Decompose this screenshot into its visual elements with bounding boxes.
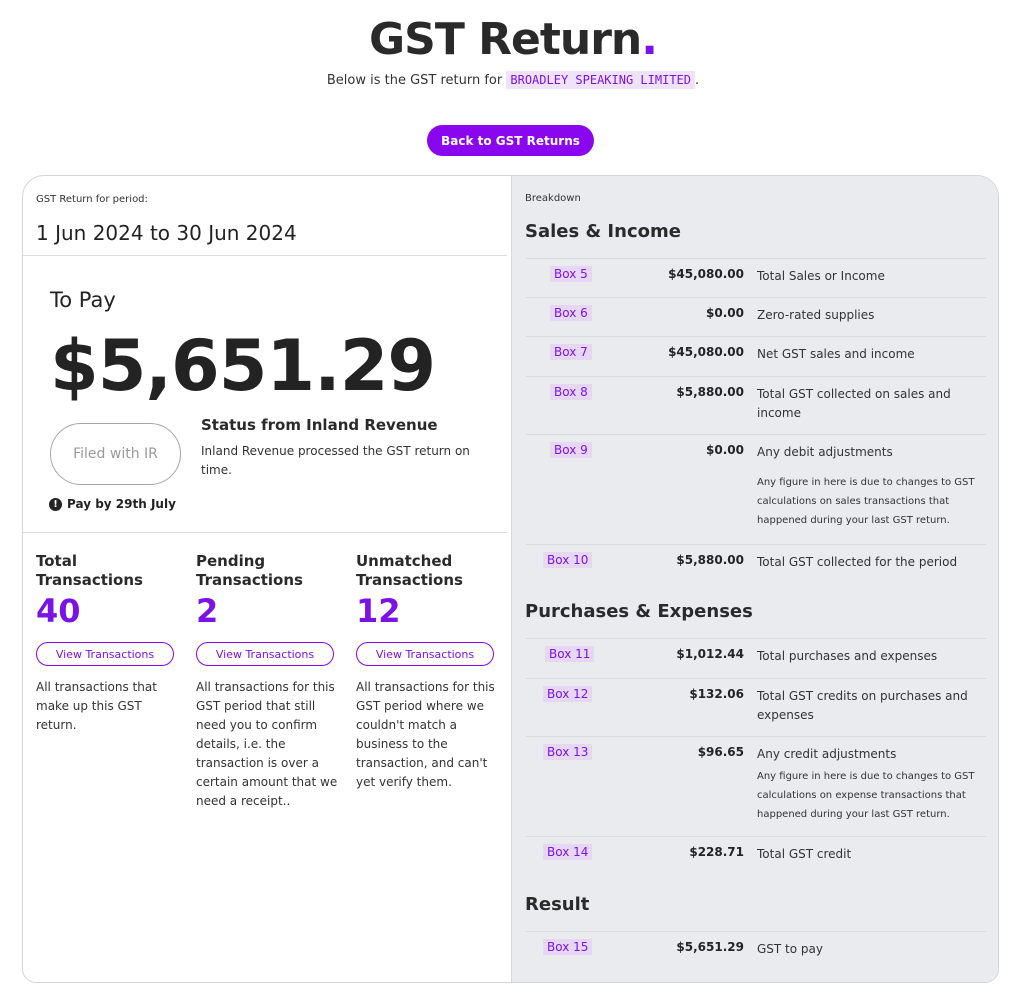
pay-by-text: Pay by 29th July	[67, 497, 176, 511]
box-amount: $5,880.00	[676, 553, 744, 567]
box-description: Total GST credits on purchases and expen…	[757, 689, 968, 722]
box-description: Net GST sales and income	[757, 347, 915, 361]
page-subtitle: Below is the GST return for BROADLEY SPE…	[0, 71, 1026, 89]
table-row: Box 13 $96.65 Any credit adjustments Any…	[526, 736, 986, 836]
box-amount: $1,012.44	[676, 647, 744, 661]
view-transactions-button[interactable]: View Transactions	[36, 642, 174, 666]
table-row: Box 8 $5,880.00 Total GST collected on s…	[526, 376, 986, 434]
divider	[23, 532, 507, 533]
section-title-sales: Sales & Income	[525, 221, 681, 242]
box-note: Any figure in here is due to changes to …	[757, 771, 975, 820]
stat-count: 2	[196, 592, 219, 630]
section-title-result: Result	[525, 894, 590, 915]
box-description: Zero-rated supplies	[757, 308, 875, 322]
stat-count: 12	[356, 592, 401, 630]
box-amount: $228.71	[689, 845, 744, 859]
table-row: Box 5 $45,080.00 Total Sales or Income	[526, 258, 986, 297]
table-row: Box 12 $132.06 Total GST credits on purc…	[526, 678, 986, 736]
box-label: Box 15	[543, 939, 593, 955]
box-amount: $0.00	[706, 443, 744, 457]
box-label: Box 13	[543, 744, 593, 760]
stat-count: 40	[36, 592, 81, 630]
gst-return-card: GST Return for period: 1 Jun 2024 to 30 …	[22, 175, 999, 983]
box-description: Total GST collected on sales and income	[757, 387, 951, 420]
box-label: Box 12	[543, 686, 593, 702]
stat-description: All transactions that make up this GST r…	[36, 680, 157, 732]
table-row: Box 11 $1,012.44 Total purchases and exp…	[526, 638, 986, 678]
box-amount: $45,080.00	[668, 345, 744, 359]
box-description: Total Sales or Income	[757, 269, 885, 283]
company-name: BROADLEY SPEAKING LIMITED	[506, 71, 695, 89]
filed-with-ir-button[interactable]: Filed with IR	[50, 423, 181, 485]
box-note: Any figure in here is due to changes to …	[757, 477, 975, 526]
summary-panel: GST Return for period: 1 Jun 2024 to 30 …	[23, 176, 511, 982]
period-value: 1 Jun 2024 to 30 Jun 2024	[36, 221, 297, 245]
subtitle-suffix: .	[695, 73, 700, 88]
box-label: Box 14	[543, 844, 593, 860]
stat-title: Unmatched Transactions	[356, 552, 463, 589]
box-label: Box 11	[545, 646, 595, 662]
table-row: Box 14 $228.71 Total GST credit	[526, 836, 986, 876]
box-amount: $0.00	[706, 306, 744, 320]
title-dot: .	[641, 14, 658, 65]
box-label: Box 6	[550, 305, 592, 321]
stat-total-transactions: Total Transactions 40 View Transactions …	[36, 552, 186, 735]
to-pay-amount: $5,651.29	[50, 325, 436, 407]
box-amount: $5,651.29	[676, 940, 744, 954]
table-row: Box 7 $45,080.00 Net GST sales and incom…	[526, 336, 986, 376]
stat-title: Total Transactions	[36, 552, 143, 589]
box-label: Box 5	[550, 266, 592, 282]
stat-pending-transactions: Pending Transactions 2 View Transactions…	[196, 552, 346, 811]
box-description: GST to pay	[757, 942, 823, 956]
box-label: Box 9	[550, 442, 592, 458]
pay-by-notice: ! Pay by 29th July	[49, 497, 176, 511]
page-title: GST Return.	[369, 14, 658, 65]
back-to-gst-returns-button[interactable]: Back to GST Returns	[427, 125, 594, 156]
view-transactions-button[interactable]: View Transactions	[196, 642, 334, 666]
box-description: Total GST collected for the period	[757, 555, 958, 569]
box-description: Total GST credit	[757, 847, 852, 861]
box-description: Any credit adjustments	[757, 747, 897, 761]
stat-title: Pending Transactions	[196, 552, 303, 589]
stat-unmatched-transactions: Unmatched Transactions 12 View Transacti…	[356, 552, 506, 792]
to-pay-label: To Pay	[50, 288, 116, 312]
box-label: Box 8	[550, 384, 592, 400]
box-description: Any debit adjustments	[757, 445, 893, 459]
stat-description: All transactions for this GST period whe…	[356, 680, 495, 789]
box-label: Box 7	[550, 344, 592, 360]
table-row: Box 10 $5,880.00 Total GST collected for…	[526, 544, 986, 584]
subtitle-prefix: Below is the GST return for	[326, 73, 503, 88]
table-row: Box 6 $0.00 Zero-rated supplies	[526, 297, 986, 336]
box-label: Box 10	[543, 552, 593, 568]
status-text: Inland Revenue processed the GST return …	[201, 444, 470, 477]
box-amount: $45,080.00	[668, 267, 744, 281]
exclamation-circle-icon: !	[49, 497, 62, 511]
box-amount: $5,880.00	[676, 385, 744, 399]
breakdown-label: Breakdown	[525, 193, 581, 204]
divider	[23, 255, 507, 256]
section-title-purchases: Purchases & Expenses	[525, 601, 753, 622]
box-description: Total purchases and expenses	[757, 649, 938, 663]
period-label: GST Return for period:	[36, 194, 148, 205]
table-row: Box 15 $5,651.29 GST to pay	[526, 931, 986, 971]
breakdown-panel: Breakdown Sales & Income Box 5 $45,080.0…	[511, 176, 998, 982]
table-row: Box 9 $0.00 Any debit adjustments Any fi…	[526, 434, 986, 544]
box-amount: $96.65	[697, 745, 744, 759]
view-transactions-button[interactable]: View Transactions	[356, 642, 494, 666]
status-title: Status from Inland Revenue	[201, 416, 438, 434]
stat-description: All transactions for this GST period tha…	[196, 680, 338, 808]
box-amount: $132.06	[689, 687, 744, 701]
